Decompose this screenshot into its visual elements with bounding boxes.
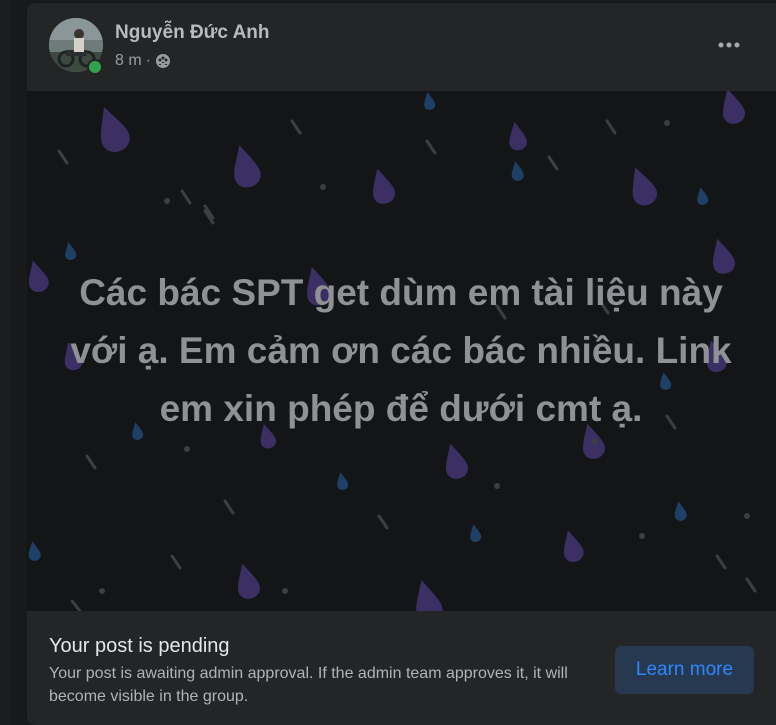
more-dots-icon <box>718 42 740 48</box>
post-time[interactable]: 8 m <box>115 52 142 70</box>
author-name[interactable]: Nguyễn Đức Anh <box>115 22 270 44</box>
online-status-dot <box>87 59 103 75</box>
friends-group-icon[interactable] <box>155 53 171 69</box>
learn-more-button[interactable]: Learn more <box>615 646 754 694</box>
more-options-button[interactable] <box>709 25 749 65</box>
pending-title: Your post is pending <box>49 635 230 657</box>
post-background-area: Các bác SPT get dùm em tài liệu này với … <box>27 91 776 611</box>
pending-description: Your post is awaiting admin approval. If… <box>49 665 568 705</box>
meta-separator: · <box>145 52 151 69</box>
page: Nguyễn Đức Anh 8 m · Các bác SPT get dùm… <box>0 0 776 725</box>
post-text: Các bác SPT get dùm em tài liệu này với … <box>70 272 732 429</box>
pending-notice: Your post is pending Your post is awaiti… <box>27 611 776 725</box>
post-header: Nguyễn Đức Anh 8 m · <box>27 3 776 91</box>
post-meta: 8 m · <box>115 52 171 70</box>
post-card: Nguyễn Đức Anh 8 m · Các bác SPT get dùm… <box>27 3 776 725</box>
left-edge-divider <box>0 0 10 725</box>
